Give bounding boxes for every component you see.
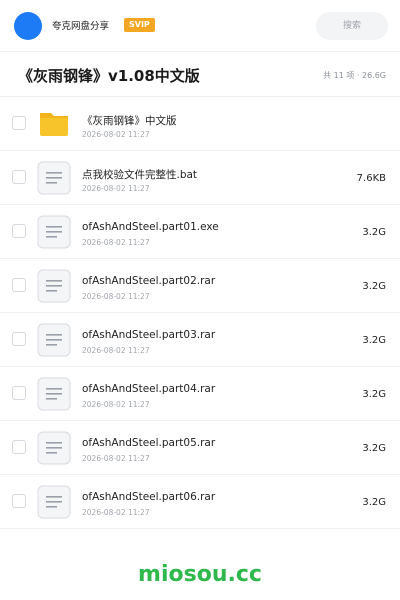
item-size: 3.2G <box>362 227 386 238</box>
item-size: 3.2G <box>362 389 386 400</box>
document-file-icon <box>37 269 71 303</box>
item-date: 2026-08-02 11:27 <box>82 400 150 409</box>
item-size: 7.6KB <box>356 173 386 184</box>
document-file-icon <box>37 431 71 465</box>
document-file-icon <box>37 215 71 249</box>
item-checkbox[interactable] <box>12 116 26 130</box>
item-date: 2026-08-02 11:27 <box>82 454 150 463</box>
document-file-icon <box>37 377 71 411</box>
item-date: 2026-08-02 11:27 <box>82 130 150 139</box>
item-name: ofAshAndSteel.part01.exe <box>82 221 219 233</box>
item-size: 3.2G <box>362 497 386 508</box>
item-date: 2026-08-02 11:27 <box>82 508 150 517</box>
item-name: ofAshAndSteel.part05.rar <box>82 437 216 449</box>
item-date: 2026-08-02 11:27 <box>82 346 150 355</box>
page-title: 《灰雨钢锋》v1.08中文版 <box>18 67 200 85</box>
folder-icon <box>37 107 71 141</box>
top-bar: 夸克网盘分享 SVIP 搜索 <box>0 0 400 52</box>
file-list: 《灰雨钢锋》中文版 2026-08-02 11:27 点我校验文件完整性.bat… <box>0 97 400 529</box>
item-date: 2026-08-02 11:27 <box>82 184 150 193</box>
list-item[interactable]: ofAshAndSteel.part05.rar 2026-08-02 11:2… <box>0 421 400 475</box>
item-size: 3.2G <box>362 443 386 454</box>
share-header: 《灰雨钢锋》v1.08中文版 共 11 项 · 26.6G <box>0 52 400 97</box>
share-page: 夸克网盘分享 SVIP 搜索 《灰雨钢锋》v1.08中文版 共 11 项 · 2… <box>0 0 400 600</box>
search-button[interactable]: 搜索 <box>316 12 388 40</box>
item-name: ofAshAndSteel.part03.rar <box>82 329 216 341</box>
item-date: 2026-08-02 11:27 <box>82 292 150 301</box>
list-item[interactable]: ofAshAndSteel.part03.rar 2026-08-02 11:2… <box>0 313 400 367</box>
item-summary: 共 11 项 · 26.6G <box>323 71 386 80</box>
svip-badge: SVIP <box>124 18 155 32</box>
item-checkbox[interactable] <box>12 386 26 400</box>
document-file-icon <box>37 161 71 195</box>
avatar[interactable] <box>14 12 42 40</box>
item-checkbox[interactable] <box>12 170 26 184</box>
list-item[interactable]: ofAshAndSteel.part01.exe 2026-08-02 11:2… <box>0 205 400 259</box>
item-checkbox[interactable] <box>12 440 26 454</box>
item-name: ofAshAndSteel.part06.rar <box>82 491 216 503</box>
document-file-icon <box>37 485 71 519</box>
item-date: 2026-08-02 11:27 <box>82 238 150 247</box>
item-checkbox[interactable] <box>12 332 26 346</box>
item-checkbox[interactable] <box>12 278 26 292</box>
list-item[interactable]: ofAshAndSteel.part04.rar 2026-08-02 11:2… <box>0 367 400 421</box>
list-item[interactable]: ofAshAndSteel.part02.rar 2026-08-02 11:2… <box>0 259 400 313</box>
item-size: 3.2G <box>362 335 386 346</box>
list-item[interactable]: 点我校验文件完整性.bat 2026-08-02 11:27 7.6KB <box>0 151 400 205</box>
list-item[interactable]: ofAshAndSteel.part06.rar 2026-08-02 11:2… <box>0 475 400 529</box>
document-file-icon <box>37 323 71 357</box>
item-size: 3.2G <box>362 281 386 292</box>
item-name: 《灰雨钢锋》中文版 <box>82 115 177 127</box>
item-checkbox[interactable] <box>12 494 26 508</box>
item-name: 点我校验文件完整性.bat <box>82 169 198 181</box>
brand-name: 夸克网盘分享 <box>52 21 110 32</box>
list-item[interactable]: 《灰雨钢锋》中文版 2026-08-02 11:27 <box>0 97 400 151</box>
item-name: ofAshAndSteel.part04.rar <box>82 383 216 395</box>
item-name: ofAshAndSteel.part02.rar <box>82 275 216 287</box>
watermark: miosou.cc <box>138 562 262 587</box>
item-checkbox[interactable] <box>12 224 26 238</box>
